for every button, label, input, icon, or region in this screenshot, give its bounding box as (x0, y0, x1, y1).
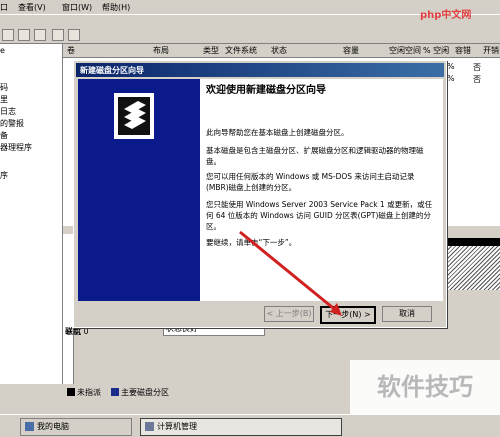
management-icon (145, 422, 154, 431)
taskbar-label: 我的电脑 (37, 422, 69, 431)
taskbar-computer-management[interactable]: 计算机管理 (140, 418, 342, 436)
taskbar: 我的电脑 计算机管理 (0, 414, 500, 437)
computer-icon (25, 422, 34, 431)
watermark-bottom: 软件技巧 (350, 360, 500, 414)
taskbar-label: 计算机管理 (157, 422, 197, 431)
taskbar-my-computer[interactable]: 我的电脑 (20, 418, 132, 436)
watermark-top: php中文网 (420, 10, 472, 21)
